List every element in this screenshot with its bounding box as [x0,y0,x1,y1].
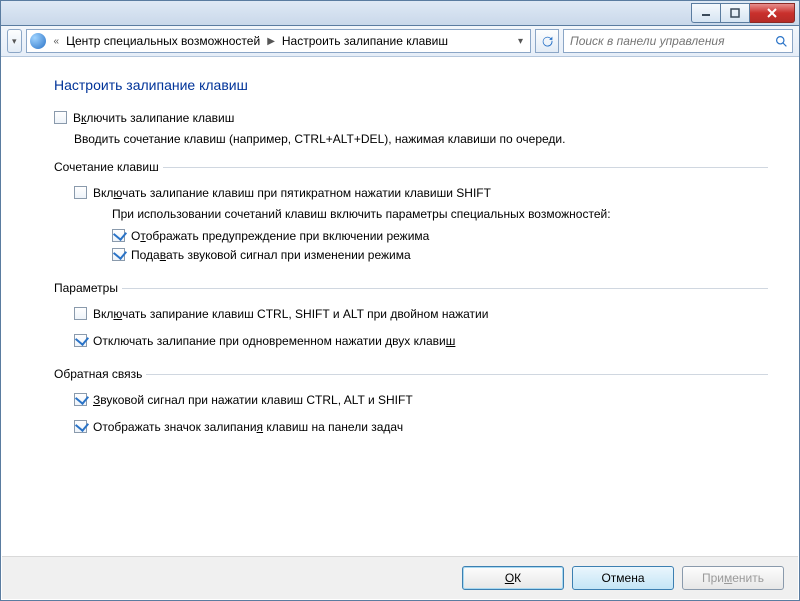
content: Настроить залипание клавиш Включить зали… [2,57,798,556]
breadcrumb-seg-1[interactable]: Настроить залипание клавиш [280,34,450,48]
search-icon[interactable] [770,35,792,48]
shortcut-note: При использовании сочетаний клавиш включ… [112,207,768,221]
address-bar: ▾ « Центр специальных возможностей ▶ Нас… [1,26,799,57]
checkbox-lock-modifier[interactable]: Включать запирание клавиш CTRL, SHIFT и … [74,307,768,322]
bottom-bar: ОК Отмена Применить [2,556,798,599]
titlebar [1,1,799,26]
checkbox-label: Включить залипание клавиш [73,111,234,126]
refresh-button[interactable] [535,29,559,53]
checkbox-label: Включать запирание клавиш CTRL, SHIFT и … [93,307,488,322]
close-button[interactable] [750,3,795,23]
checkbox-icon[interactable] [74,186,87,199]
nav-back-forward[interactable]: ▾ [7,29,22,53]
chevron-right-icon: ▶ [262,36,280,47]
checkbox-label: Отключать залипание при одновременном на… [93,334,455,349]
group-parameters-legend: Параметры [54,281,122,295]
checkbox-label: Отображать значок залипания клавиш на па… [93,420,403,435]
chevron-down-icon: ▾ [12,36,17,47]
checkbox-show-tray-icon[interactable]: Отображать значок залипания клавиш на па… [74,420,768,435]
checkbox-icon[interactable] [74,420,87,433]
apply-button[interactable]: Применить [682,566,784,590]
control-panel-icon [30,33,46,49]
group-feedback: Обратная связь Звуковой сигнал при нажат… [54,367,768,443]
caption-buttons [691,3,795,23]
group-shortcut-legend: Сочетание клавиш [54,160,163,174]
checkbox-label: Включать залипание клавиш при пятикратно… [93,186,491,201]
breadcrumb-dropdown-icon[interactable]: ▾ [513,36,528,47]
window: ▾ « Центр специальных возможностей ▶ Нас… [0,0,800,601]
checkbox-icon[interactable] [74,334,87,347]
maximize-button[interactable] [720,3,750,23]
checkbox-icon[interactable] [112,248,125,261]
group-feedback-legend: Обратная связь [54,367,146,381]
checkbox-label: Звуковой сигнал при нажатии клавиш CTRL,… [93,393,413,408]
checkbox-icon[interactable] [74,307,87,320]
page-title: Настроить залипание клавиш [54,77,768,93]
breadcrumb-seg-0[interactable]: Центр специальных возможностей [64,34,262,48]
breadcrumb[interactable]: « Центр специальных возможностей ▶ Настр… [26,29,531,53]
checkbox-show-warning[interactable]: Отображать предупреждение при включении … [112,229,768,244]
group-shortcut: Сочетание клавиш Включать залипание клав… [54,160,768,271]
checkbox-beep-on-modifier[interactable]: Звуковой сигнал при нажатии клавиш CTRL,… [74,393,768,408]
minimize-button[interactable] [691,3,720,23]
checkbox-label: Отображать предупреждение при включении … [131,229,429,244]
enable-description: Вводить сочетание клавиш (например, CTRL… [74,132,768,146]
checkbox-icon[interactable] [54,111,67,124]
search-input[interactable] [564,34,770,48]
search-box[interactable] [563,29,793,53]
checkbox-turn-off-two-keys[interactable]: Отключать залипание при одновременном на… [74,334,768,349]
checkbox-label: Подавать звуковой сигнал при изменении р… [131,248,411,263]
checkbox-sound-on-change[interactable]: Подавать звуковой сигнал при изменении р… [112,248,768,263]
checkbox-five-shift[interactable]: Включать залипание клавиш при пятикратно… [74,186,768,201]
checkbox-icon[interactable] [112,229,125,242]
ok-button[interactable]: ОК [462,566,564,590]
checkbox-icon[interactable] [74,393,87,406]
cancel-button[interactable]: Отмена [572,566,674,590]
checkbox-enable-sticky[interactable]: Включить залипание клавиш [54,111,768,126]
chevron-left-icon: « [49,36,65,47]
group-parameters: Параметры Включать запирание клавиш CTRL… [54,281,768,357]
